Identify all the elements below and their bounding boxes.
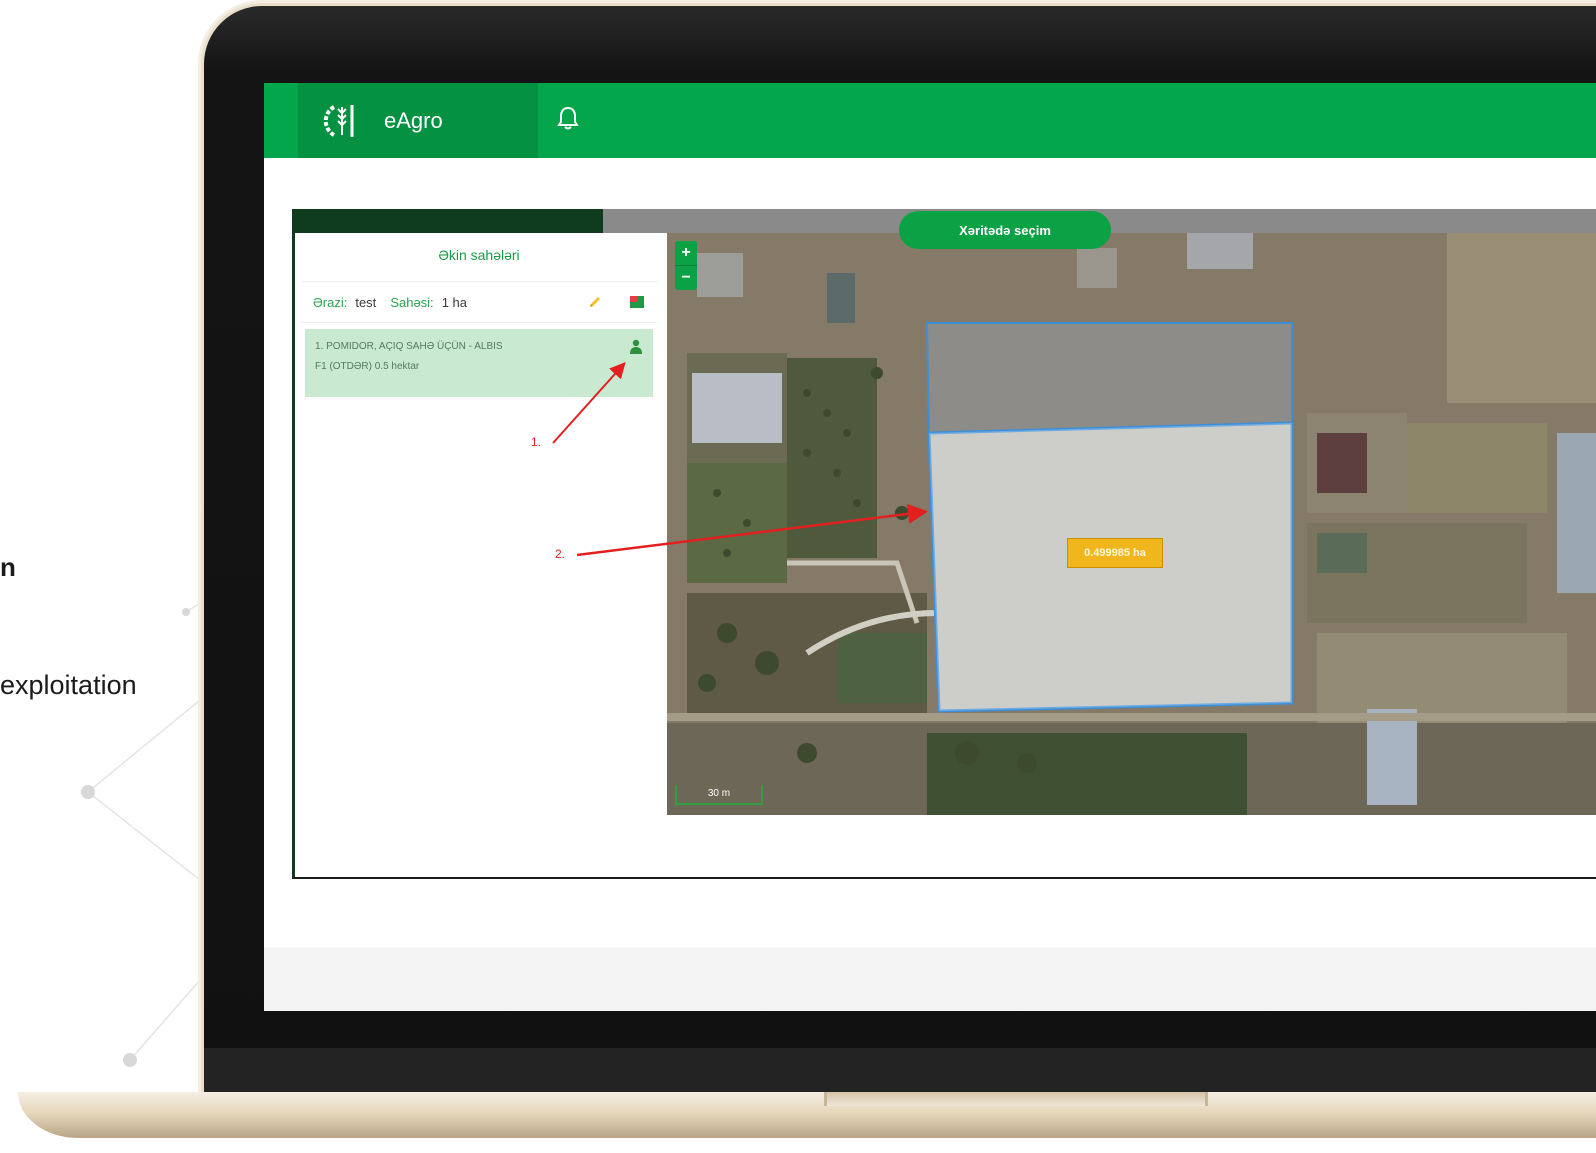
wheat-gear-logo-icon <box>323 104 354 137</box>
screen-footer <box>264 947 1596 1011</box>
content-frame: Əkin sahələri Ərazi: test Sahəsi: 1 ha 1… <box>292 209 1596 879</box>
crop-line-2: F1 (OTDƏR) 0.5 hektar <box>315 361 420 372</box>
fields-panel: Əkin sahələri Ərazi: test Sahəsi: 1 ha 1… <box>301 233 657 873</box>
brand-block[interactable]: eAgro <box>298 83 538 158</box>
area-tooltip: 0.499985 ha <box>1067 538 1163 568</box>
field-row[interactable]: Ərazi: test Sahəsi: 1 ha <box>301 282 657 323</box>
frame-top-bar-dark <box>295 209 603 233</box>
area-label: Ərazi: <box>313 294 348 310</box>
size-label: Sahəsi: <box>390 294 434 310</box>
app-screen: eAgro Əkin sahələri Ərazi: test Sahəsi: … <box>264 83 1596 1011</box>
pencil-icon[interactable] <box>587 294 603 310</box>
person-icon[interactable] <box>629 339 643 355</box>
satellite-map[interactable]: + − 0.499985 ha 30 m <box>667 233 1596 815</box>
app-name: eAgro <box>384 107 443 133</box>
left-caption-bold: n <box>0 552 16 582</box>
panel-title: Əkin sahələri <box>301 233 657 282</box>
left-caption: exploitation <box>0 670 137 700</box>
map-imagery <box>667 233 1596 815</box>
laptop-base <box>18 1092 1596 1138</box>
laptop-base-notch <box>824 1092 1208 1106</box>
zoom-in-button[interactable]: + <box>675 241 697 265</box>
crop-list-item[interactable]: 1. POMIDOR, AÇIQ SAHƏ ÜÇÜN - ALBIS F1 (O… <box>305 329 653 397</box>
bell-icon[interactable] <box>556 105 580 131</box>
size-value: 1 ha <box>441 294 467 310</box>
annotation-label-1: 1. <box>531 435 542 449</box>
top-navbar: eAgro <box>264 83 1596 158</box>
area-value: test <box>355 294 377 310</box>
map-select-button[interactable]: Xəritədə seçim <box>899 211 1111 249</box>
map-scale: 30 m <box>675 785 763 805</box>
map-view-icon[interactable] <box>629 294 645 310</box>
zoom-control: + − <box>675 241 697 290</box>
crop-line-1: 1. POMIDOR, AÇIQ SAHƏ ÜÇÜN - ALBIS <box>315 341 503 352</box>
zoom-out-button[interactable]: − <box>675 265 697 290</box>
annotation-label-2: 2. <box>555 547 566 561</box>
